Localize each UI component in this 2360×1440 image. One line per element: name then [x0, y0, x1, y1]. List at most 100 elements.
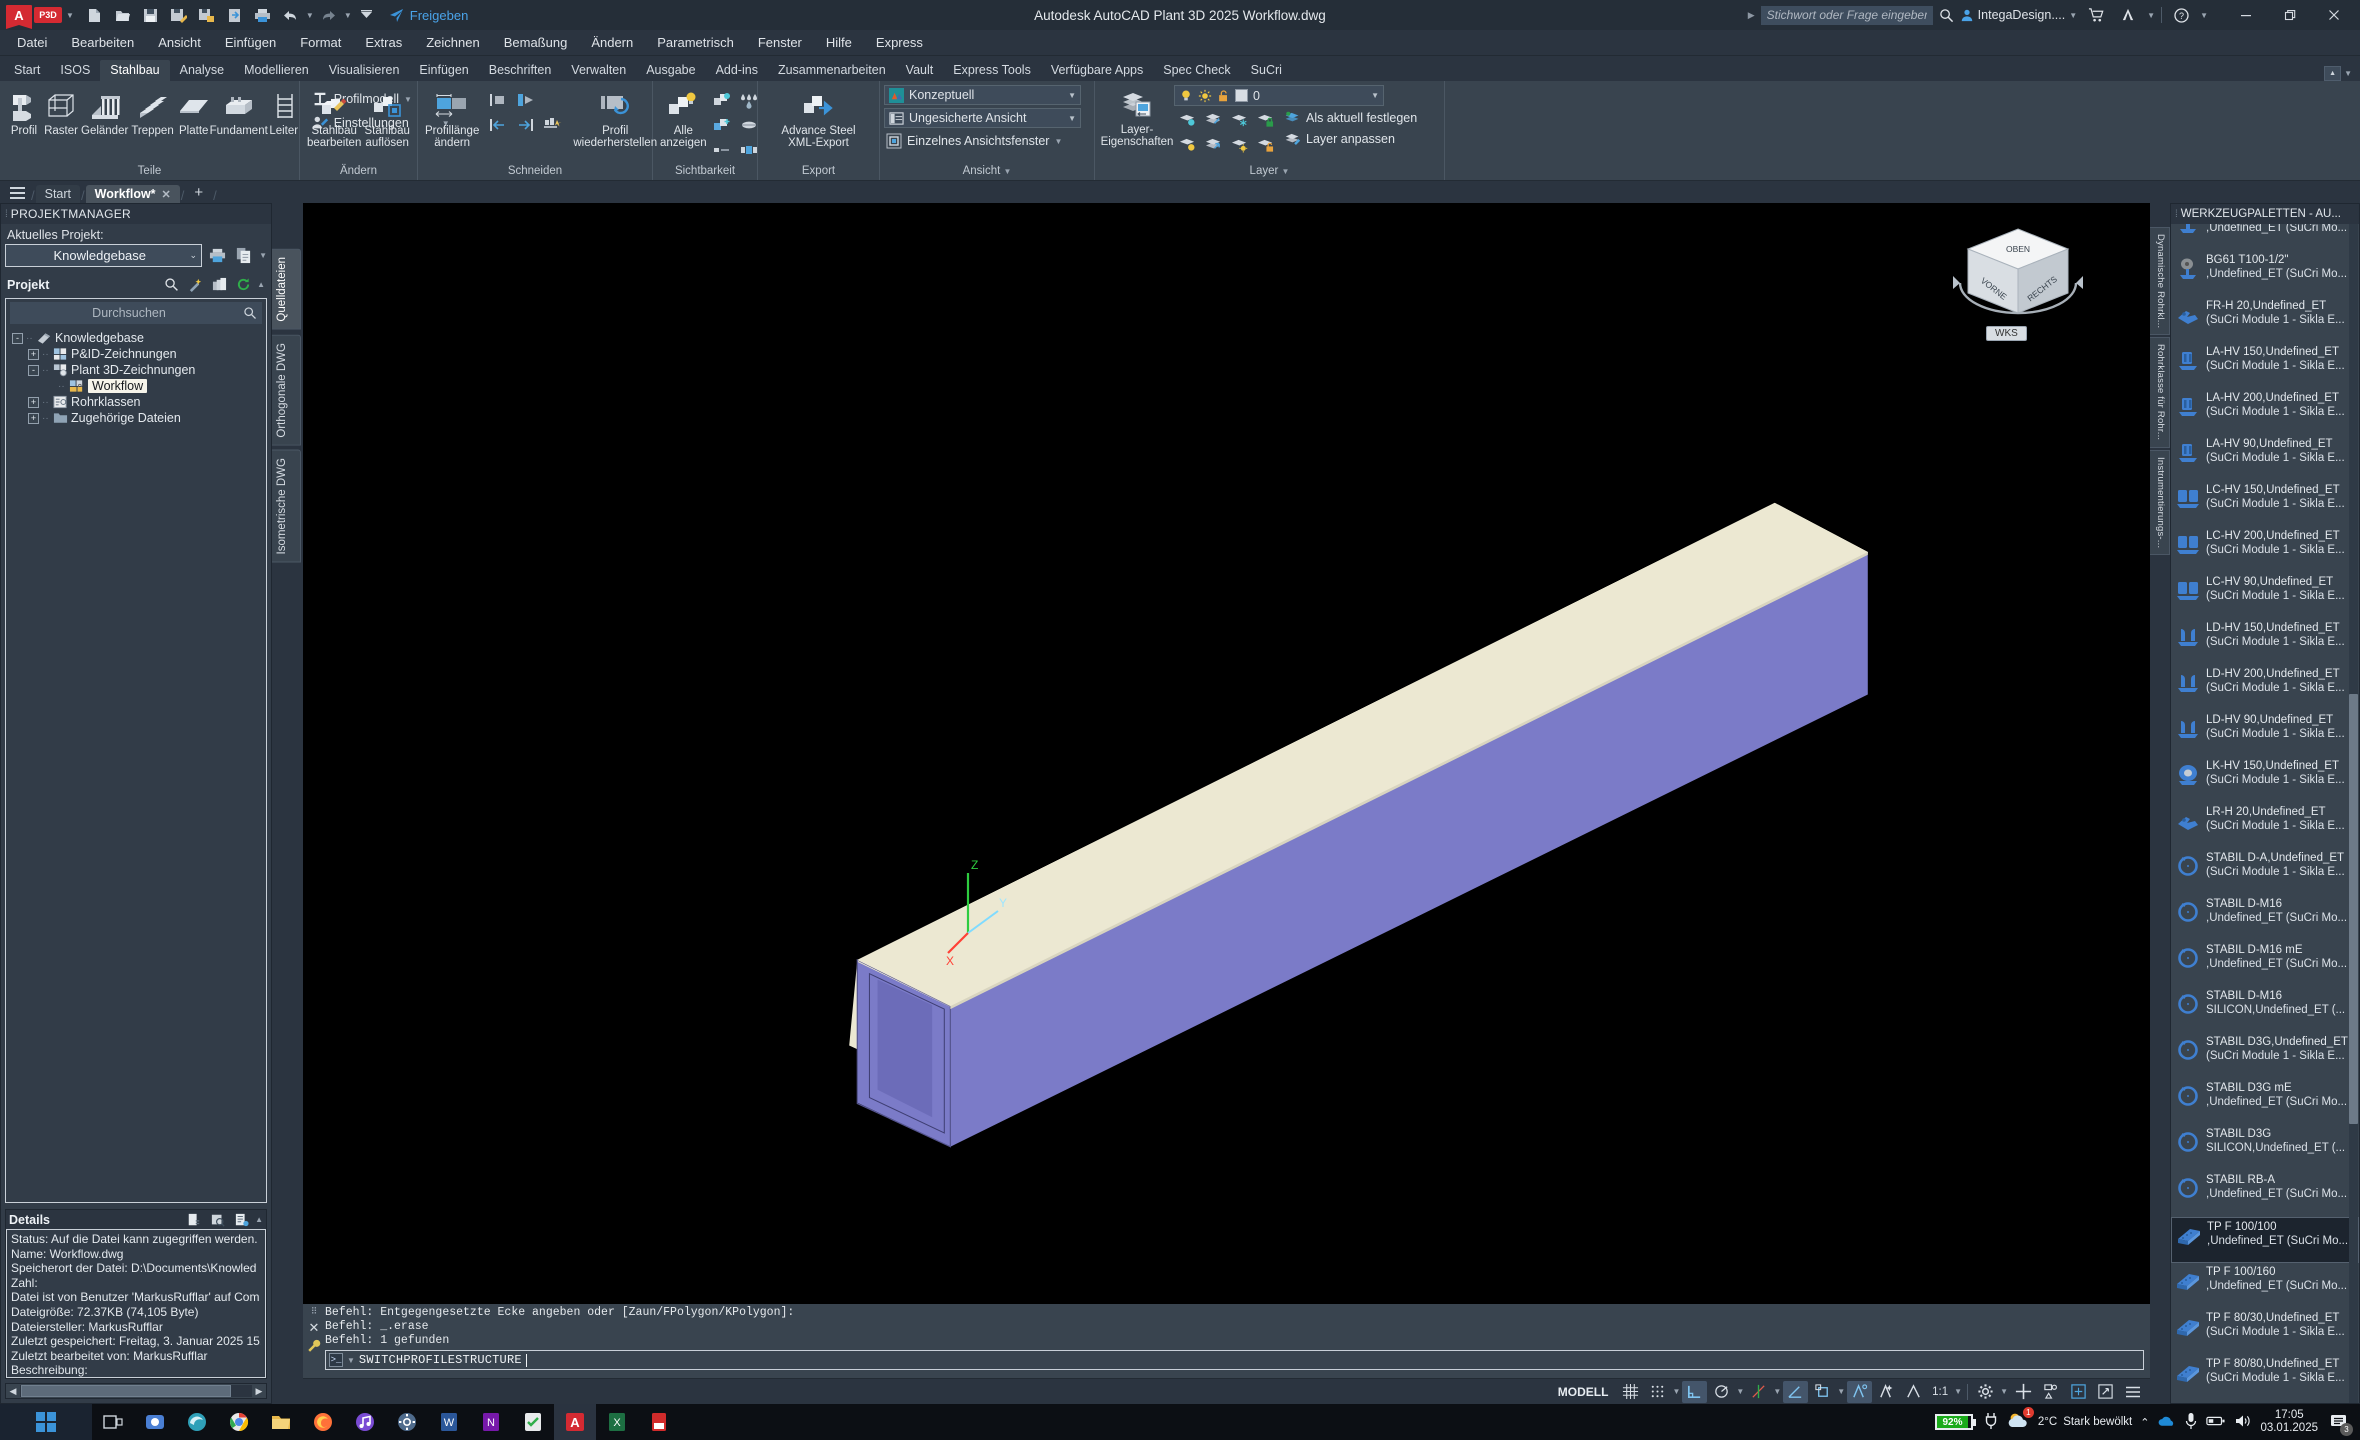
clock[interactable]: 17:05 03.01.2025	[2260, 1409, 2318, 1435]
viewport-config-button[interactable]: Einzelnes Ansichtsfenster ▼	[884, 131, 1081, 151]
chevron-down-icon[interactable]: ▼	[1954, 1387, 1962, 1396]
otrack-icon[interactable]	[1783, 1380, 1809, 1403]
ribbon-tab-visualisieren[interactable]: Visualisieren	[319, 60, 410, 81]
scroll-thumb[interactable]	[21, 1385, 231, 1397]
word-icon[interactable]: W	[428, 1404, 470, 1440]
hide-segment-icon[interactable]	[709, 138, 735, 162]
ribbon-tab-stahlbau[interactable]: Stahlbau	[100, 60, 170, 81]
command-prompt-icon[interactable]: >_	[329, 1353, 343, 1367]
menu-item-express[interactable]: Express	[865, 32, 934, 53]
ribbon-button-als-aktuell-festlegen[interactable]: Als aktuell festlegen	[1280, 108, 1421, 128]
layer-isolate-icon[interactable]	[1200, 108, 1226, 132]
annotation-visibility-icon[interactable]	[1847, 1380, 1873, 1403]
hardware-accel-icon[interactable]	[2039, 1381, 2064, 1403]
tree-expander[interactable]: +	[28, 412, 39, 424]
unlock-icon[interactable]	[1217, 89, 1230, 103]
save-copy-icon[interactable]	[194, 3, 220, 27]
osnap-icon[interactable]	[1746, 1381, 1771, 1403]
details-icon[interactable]	[183, 1209, 204, 1230]
ribbon-button-layer-eigenschaften[interactable]: Layer-Eigenschaften	[1101, 84, 1173, 150]
menu-item-parametrisch[interactable]: Parametrisch	[646, 32, 745, 53]
palette-item[interactable]: LC-HV 150,Undefined_ET (SuCri Module 1 - …	[2171, 481, 2359, 527]
undo-caret-icon[interactable]: ▼	[306, 11, 314, 20]
menu-item--ndern[interactable]: Ändern	[580, 32, 644, 53]
ribbon-tab-zusammenarbeiten[interactable]: Zusammenarbeiten	[768, 60, 896, 81]
save-icon[interactable]	[138, 3, 164, 27]
tree-node-workflow[interactable]: ·· Workflow	[8, 378, 264, 394]
ribbon-tab-ausgabe[interactable]: Ausgabe	[636, 60, 705, 81]
palette-item[interactable]: LA-HV 150,Undefined_ET (SuCri Module 1 - …	[2171, 343, 2359, 389]
ribbon-button-raster[interactable]: Raster	[43, 85, 79, 139]
redo-icon[interactable]	[316, 3, 342, 27]
palette-item[interactable]: LR-H 20,Undefined_ET (SuCri Module 1 - Si…	[2171, 803, 2359, 849]
start-button[interactable]	[0, 1404, 92, 1440]
redo-caret-icon[interactable]: ▼	[344, 11, 352, 20]
ribbon-button-stahlbau-bearbeiten[interactable]: Stahlbau bearbeiten	[306, 85, 362, 151]
layer-freeze-icon[interactable]	[1226, 108, 1252, 132]
ribbon-tab-verf-gbare-apps[interactable]: Verfügbare Apps	[1041, 60, 1153, 81]
view-cube[interactable]: OBEN VORNE RECHTS WKS	[1938, 221, 2098, 346]
project-search[interactable]: Durchsuchen	[10, 302, 262, 324]
chevron-down-icon[interactable]: ▼	[1672, 1387, 1680, 1396]
search-input[interactable]	[1760, 5, 1933, 25]
palette-item[interactable]: BG50 T100-1/2",Undefined_ET (SuCri Mo...	[2171, 224, 2359, 251]
annotation-scale-icon[interactable]	[1901, 1381, 1926, 1403]
ribbon-button-fundament[interactable]: Fundament	[210, 85, 268, 139]
palette-item[interactable]: LC-HV 90,Undefined_ET (SuCri Module 1 - S…	[2171, 573, 2359, 619]
plot-icon[interactable]	[250, 3, 276, 27]
view-combo[interactable]: Ungesicherte Ansicht ▼	[884, 108, 1081, 128]
notification-center-icon[interactable]: 3	[2326, 1409, 2353, 1436]
drag-grip-icon[interactable]: ⁞	[2175, 209, 2178, 220]
chevron-down-icon[interactable]: ▼	[259, 251, 267, 260]
explorer-edge-icon[interactable]	[176, 1404, 218, 1440]
pm-side-tab-isometrische-dwg[interactable]: Isometrische DWG	[272, 450, 301, 563]
layer-unisolate-icon[interactable]	[1200, 133, 1226, 157]
chevron-down-icon[interactable]: ▼	[1068, 91, 1076, 100]
open-icon[interactable]	[110, 3, 136, 27]
model-space-tab[interactable]: MODELL	[1550, 1385, 1617, 1399]
application-menu-icon[interactable]	[4, 183, 30, 203]
ribbon-tab-express-tools[interactable]: Express Tools	[943, 60, 1041, 81]
isolate-icon[interactable]	[709, 88, 735, 112]
share-button[interactable]: Freigeben	[388, 7, 468, 24]
music-icon[interactable]	[344, 1404, 386, 1440]
autocad-icon[interactable]: A	[554, 1404, 596, 1440]
palette-item[interactable]: LC-HV 200,Undefined_ET (SuCri Module 1 - …	[2171, 527, 2359, 573]
palette-item[interactable]: TP F 100/160 ,Undefined_ET (SuCri Mo...	[2171, 1263, 2359, 1309]
ribbon-button-profil[interactable]: Profil	[6, 85, 42, 139]
palette-scrollbar[interactable]	[2349, 224, 2358, 1403]
ribbon-button-profillaenge-aendern[interactable]: Profillänge ändern	[424, 85, 480, 151]
layer-off-icon[interactable]	[1174, 108, 1200, 132]
ribbon-minimize-icon[interactable]: ▲	[2324, 66, 2342, 81]
chevron-down-icon[interactable]: ▼	[347, 1356, 355, 1365]
fullscreen-icon[interactable]	[2093, 1381, 2118, 1403]
qat-caret-icon[interactable]: ▼	[66, 11, 74, 20]
chevron-down-icon[interactable]: ▼	[1837, 1387, 1845, 1396]
palette-item[interactable]: TP F 80/80,Undefined_ET (SuCri Module 1 -…	[2171, 1355, 2359, 1401]
ribbon-button-leiter[interactable]: Leiter	[266, 85, 302, 139]
chevron-up-icon[interactable]: ▲	[257, 280, 265, 289]
scroll-right-icon[interactable]: ▶	[252, 1386, 266, 1397]
gear-icon[interactable]	[1973, 1381, 1998, 1403]
layer-combo[interactable]: 0 ▼	[1174, 85, 1384, 106]
palette-item[interactable]: STABIL D-M16 SILICON,Undefined_ET (...	[2171, 987, 2359, 1033]
autodesk-apps-icon[interactable]	[2115, 3, 2141, 27]
ribbon-tab-spec-check[interactable]: Spec Check	[1153, 60, 1240, 81]
ribbon-tab-beschriften[interactable]: Beschriften	[479, 60, 562, 81]
tree-node-p-id-zeichnungen[interactable]: + ·· P&ID-Zeichnungen	[8, 346, 264, 362]
shorten-left-icon[interactable]	[485, 113, 511, 137]
layer-on-icon[interactable]	[1174, 133, 1200, 157]
excel-icon[interactable]: X	[596, 1404, 638, 1440]
current-project-combo[interactable]: Knowledgebase ⌄	[5, 244, 203, 267]
palette-item[interactable]: LA-HV 200,Undefined_ET (SuCri Module 1 - …	[2171, 389, 2359, 435]
settings-icon[interactable]	[386, 1404, 428, 1440]
snap-icon[interactable]	[1645, 1381, 1670, 1403]
firefox-icon[interactable]	[302, 1404, 344, 1440]
ribbon-button-stahlbau-aufloesen[interactable]: Stahlbau auflösen	[363, 85, 411, 151]
customize-icon[interactable]	[354, 3, 380, 27]
ucs-icon[interactable]	[1810, 1381, 1835, 1403]
search-icon[interactable]	[161, 274, 182, 295]
tree-expander[interactable]: -	[28, 364, 39, 376]
palette-item[interactable]: LK-HV 150,Undefined_ET (SuCri Module 1 - …	[2171, 757, 2359, 803]
ribbon-button-alle-anzeigen[interactable]: Alle anzeigen	[659, 85, 708, 151]
